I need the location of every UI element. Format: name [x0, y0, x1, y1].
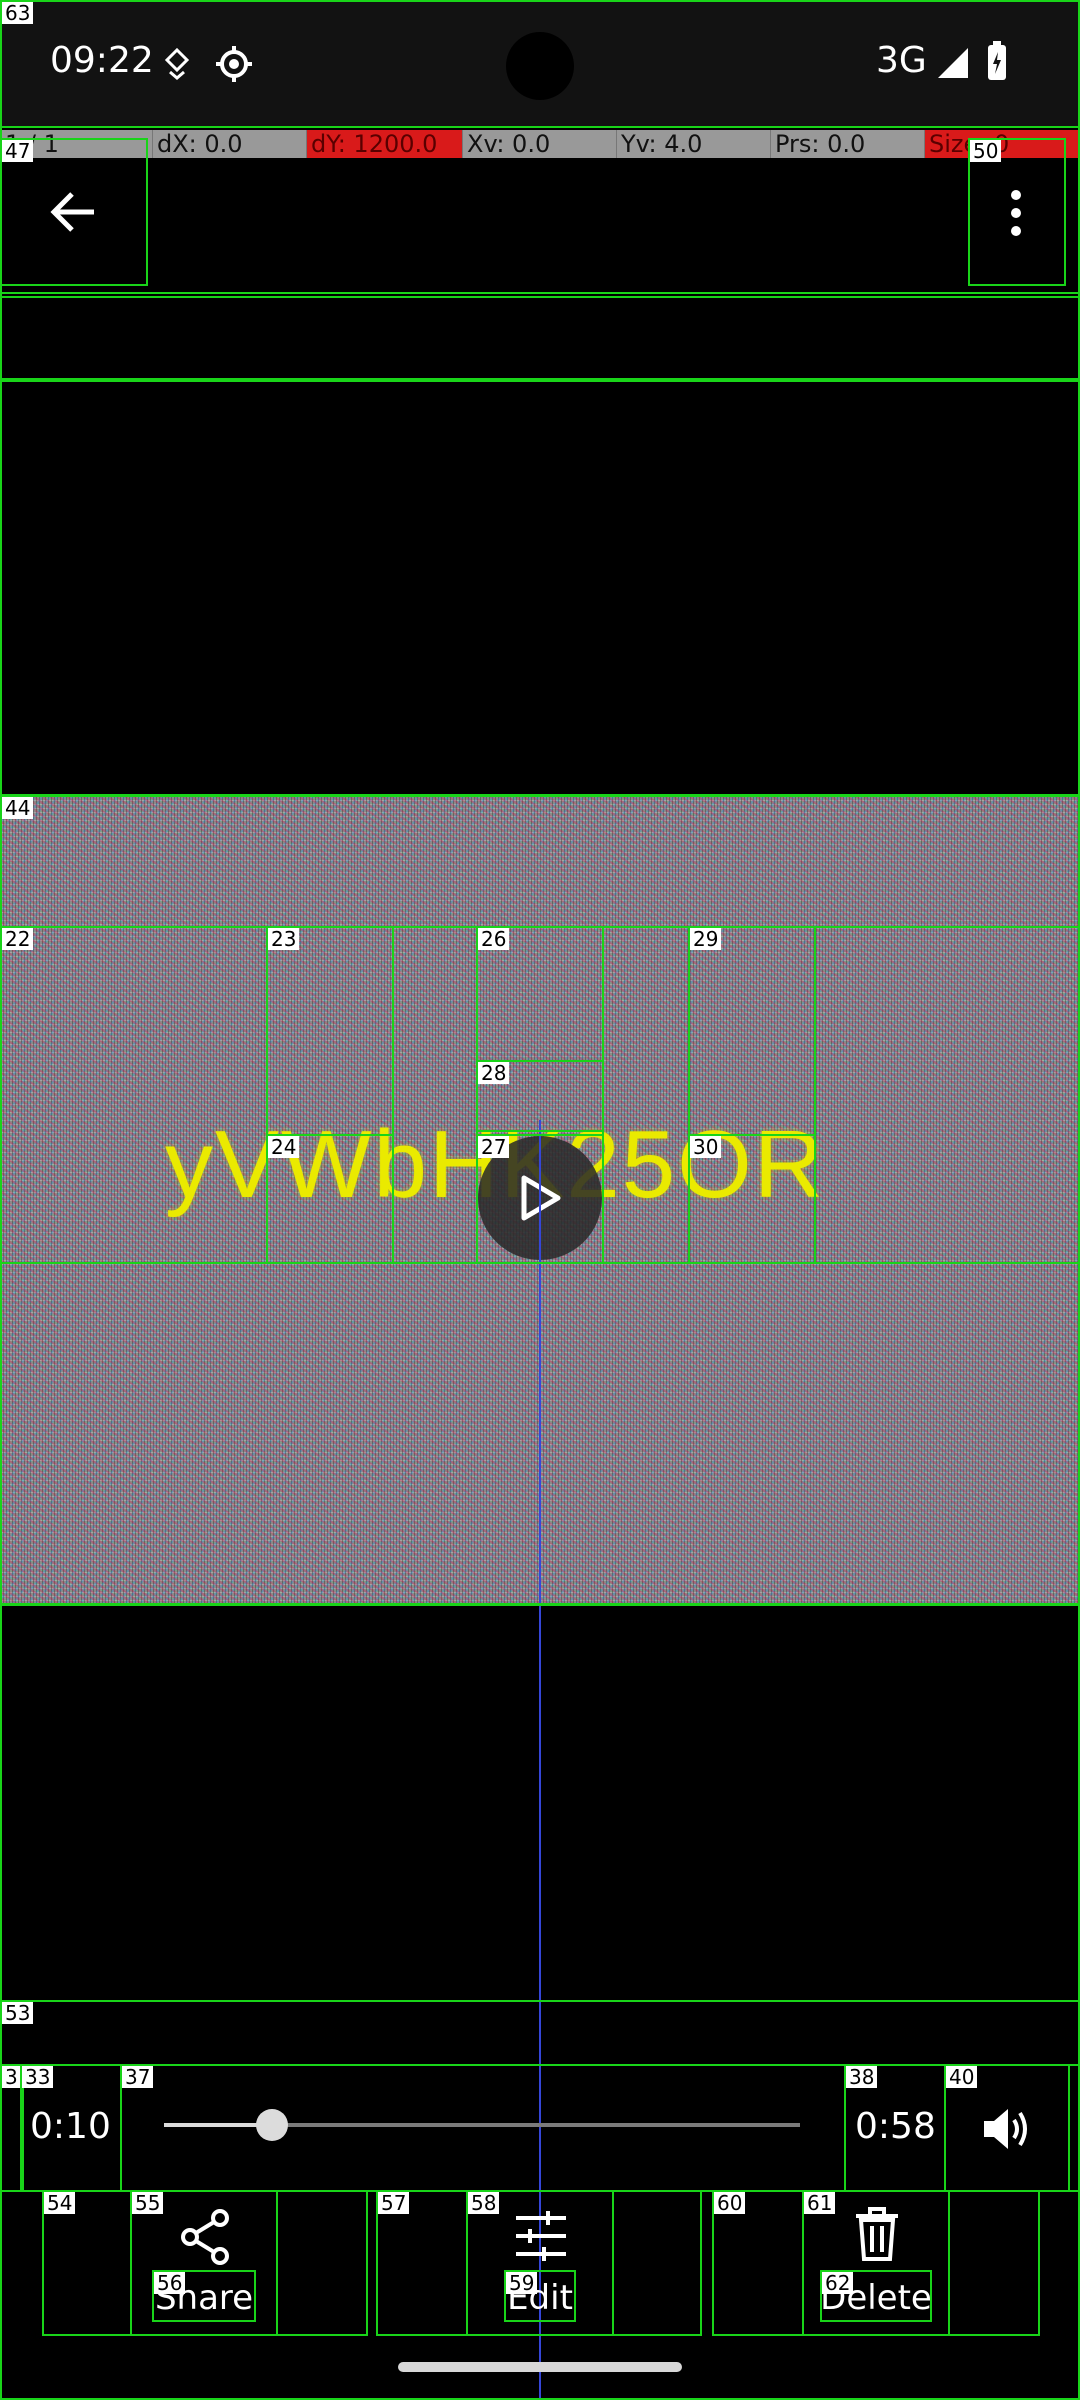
overlay-box-24: 24	[266, 1134, 394, 1264]
overlay-tag: 23	[268, 928, 300, 950]
overlay-tag: 44	[2, 797, 34, 819]
overlay-tag: 55	[132, 2192, 164, 2214]
overlay-tag: 22	[2, 928, 34, 950]
overlay-box-upper	[0, 380, 1080, 796]
overlay-box-28: 28	[476, 1060, 604, 1132]
overlay-box-31	[814, 926, 1080, 1264]
overlay-box-53: 53	[0, 2000, 1080, 2066]
overlay-tag: 58	[468, 2192, 500, 2214]
overlay-box-40: 40	[944, 2064, 1070, 2192]
overlay-tag: 53	[2, 2002, 34, 2024]
overlay-box-38: 38	[844, 2064, 946, 2192]
overlay-tag: 47	[2, 140, 34, 162]
overlay-tag: 30	[690, 1136, 722, 1158]
overlay-tag: 33	[22, 2066, 54, 2088]
overlay-box-mid	[602, 926, 690, 1264]
overlay-tag: 40	[946, 2066, 978, 2088]
overlay-tag: 62	[822, 2272, 854, 2294]
overlay-tag: 54	[44, 2192, 76, 2214]
overlay-tag: 26	[478, 928, 510, 950]
overlay-tag: 50	[970, 140, 1002, 162]
overlay-box-33: 33	[20, 2064, 122, 2192]
overlay-tag: 59	[506, 2272, 538, 2294]
overlay-tag: 38	[846, 2066, 878, 2088]
overlay-box-56: 56	[152, 2270, 256, 2322]
overlay-tag: 56	[154, 2272, 186, 2294]
overlay-box-toolbar	[0, 126, 1080, 294]
overlay-tag: 24	[268, 1136, 300, 1158]
overlay-box-62: 62	[820, 2270, 932, 2322]
overlay-box-25	[392, 926, 478, 1264]
overlay-tag: 3	[2, 2066, 21, 2088]
overlay-tag: 60	[714, 2192, 746, 2214]
overlay-box-22: 22	[0, 926, 268, 1264]
overlay-box-lower	[0, 1604, 1080, 2002]
overlay-box-27: 27	[476, 1134, 604, 1264]
overlay-tag: 57	[378, 2192, 410, 2214]
overlay-box-30: 30	[688, 1134, 816, 1264]
overlay-box-50: 50	[968, 138, 1066, 286]
overlay-box-59: 59	[504, 2270, 576, 2322]
overlay-box-37: 37	[120, 2064, 846, 2192]
overlay-box-47: 47	[0, 138, 148, 286]
overlay-tag: 61	[804, 2192, 836, 2214]
overlay-tag: 27	[478, 1136, 510, 1158]
overlay-tag: 28	[478, 1062, 510, 1084]
overlay-tag: 63	[2, 2, 34, 24]
overlay-tag: 29	[690, 928, 722, 950]
overlay-tag: 37	[122, 2066, 154, 2088]
overlay-box-strip	[0, 296, 1080, 380]
